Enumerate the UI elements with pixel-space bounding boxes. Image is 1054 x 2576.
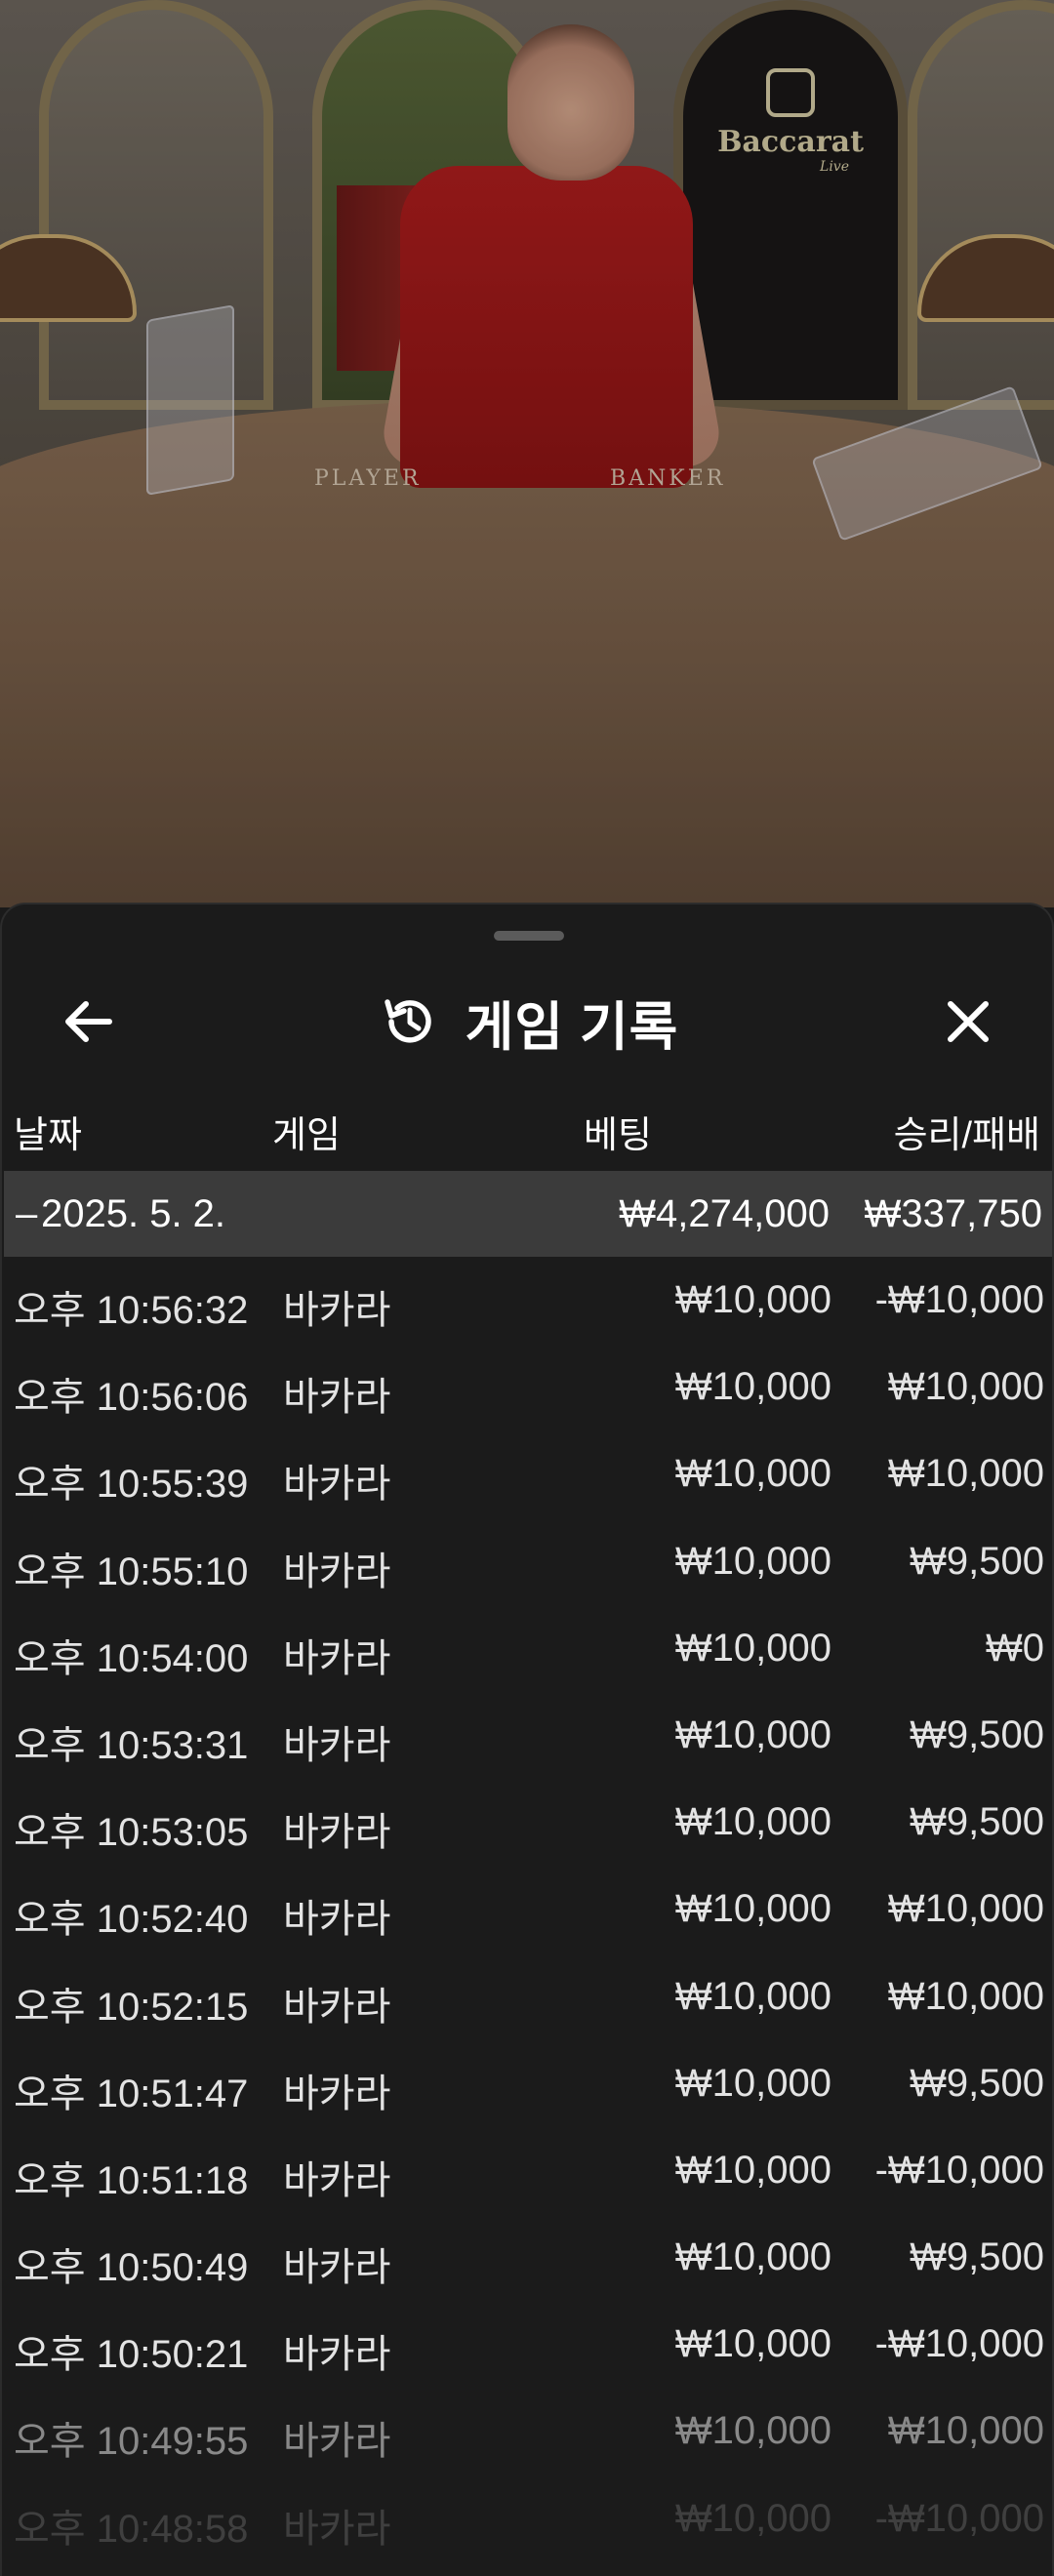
row-win-loss: ₩10,000 bbox=[887, 1452, 1044, 1496]
live-video-feed: Baccarat Live PLAYER BANKER bbox=[0, 0, 1054, 907]
date-group-row[interactable]: – 2025. 5. 2. ₩4,274,000 ₩337,750 bbox=[4, 1171, 1052, 1257]
row-game: 바카라 bbox=[283, 1463, 391, 1507]
row-time: 오후 10:50:21 bbox=[14, 2333, 249, 2377]
close-button[interactable] bbox=[929, 983, 1007, 1061]
row-time: 오후 10:51:47 bbox=[14, 2072, 249, 2115]
row-win-loss: ₩10,000 bbox=[887, 1974, 1044, 2018]
row-win-loss: ₩9,500 bbox=[910, 1800, 1044, 1844]
table-row[interactable]: 오후 10:50:49 바카라 ₩10,000 ₩9,500 bbox=[2, 2214, 1052, 2301]
table-row[interactable]: 오후 10:55:10 바카라 ₩10,000 ₩9,500 bbox=[2, 1518, 1052, 1605]
table-row[interactable]: 오후 10:52:40 바카라 ₩10,000 ₩10,000 bbox=[2, 1866, 1052, 1952]
table-row[interactable]: 오후 10:50:21 바카라 ₩10,000 -₩10,000 bbox=[2, 2301, 1052, 2388]
arrow-left-icon bbox=[65, 1001, 112, 1042]
table-row[interactable]: 오후 10:54:00 바카라 ₩10,000 ₩0 bbox=[2, 1605, 1052, 1692]
row-game: 바카라 bbox=[283, 1550, 391, 1593]
row-win-loss: -₩10,000 bbox=[874, 1278, 1044, 1321]
table-row[interactable]: 오후 10:51:47 바카라 ₩10,000 ₩9,500 bbox=[2, 2040, 1052, 2127]
row-bet: ₩10,000 bbox=[674, 2235, 831, 2279]
row-game: 바카라 bbox=[283, 2158, 391, 2202]
table-row[interactable]: 오후 10:52:15 바카라 ₩10,000 ₩10,000 bbox=[2, 1953, 1052, 2040]
row-time: 오후 10:48:58 bbox=[14, 2507, 249, 2551]
row-bet: ₩10,000 bbox=[674, 1452, 831, 1496]
group-date: 2025. 5. 2. bbox=[41, 1192, 226, 1235]
column-header-game: 게임 bbox=[272, 1115, 341, 1156]
row-time: 오후 10:53:05 bbox=[14, 1811, 249, 1855]
row-time: 오후 10:52:15 bbox=[14, 1985, 249, 2029]
row-win-loss: -₩10,000 bbox=[874, 2496, 1044, 2540]
row-game: 바카라 bbox=[283, 1636, 391, 1680]
row-time: 오후 10:53:31 bbox=[14, 1723, 249, 1767]
row-game: 바카라 bbox=[283, 1985, 391, 2029]
history-list: 오후 10:56:32 바카라 ₩10,000 -₩10,000 오후 10:56:06… bbox=[2, 1257, 1052, 2562]
row-game: 바카라 bbox=[283, 1811, 391, 1855]
row-time: 오후 10:54:00 bbox=[14, 1636, 249, 1680]
row-win-loss: ₩9,500 bbox=[910, 2235, 1044, 2279]
group-win-total: ₩337,750 bbox=[864, 1192, 1042, 1235]
table-row[interactable]: 오후 10:49:55 바카라 ₩10,000 ₩10,000 bbox=[2, 2388, 1052, 2475]
table-row[interactable]: 오후 10:56:06 바카라 ₩10,000 ₩10,000 bbox=[2, 1344, 1052, 1430]
row-bet: ₩10,000 bbox=[674, 2148, 831, 2192]
row-win-loss: -₩10,000 bbox=[874, 2148, 1044, 2192]
page-title: 게임 기록 bbox=[465, 997, 679, 1057]
column-header-date: 날짜 bbox=[14, 1115, 82, 1156]
row-game: 바카라 bbox=[283, 2420, 391, 2464]
table-row[interactable]: 오후 10:48:58 바카라 ₩10,000 -₩10,000 bbox=[2, 2475, 1052, 2562]
row-bet: ₩10,000 bbox=[674, 2061, 831, 2105]
row-game: 바카라 bbox=[283, 2507, 391, 2551]
row-game: 바카라 bbox=[283, 1376, 391, 1420]
group-bet-total: ₩4,274,000 bbox=[619, 1192, 830, 1235]
row-bet: ₩10,000 bbox=[674, 1887, 831, 1931]
row-bet: ₩10,000 bbox=[674, 1974, 831, 2018]
row-time: 오후 10:56:32 bbox=[14, 1289, 249, 1332]
game-history-sheet: 게임 기록 날짜 게임 베팅 승리/패배 – 2025. 5. 2. ₩4,27… bbox=[0, 903, 1054, 2576]
row-time: 오후 10:52:40 bbox=[14, 1898, 249, 1942]
row-game: 바카라 bbox=[283, 2333, 391, 2377]
row-bet: ₩10,000 bbox=[674, 2322, 831, 2366]
row-time: 오후 10:51:18 bbox=[14, 2158, 249, 2202]
sheet-title-group: 게임 기록 bbox=[2, 963, 1052, 1080]
row-time: 오후 10:56:06 bbox=[14, 1376, 249, 1420]
row-game: 바카라 bbox=[283, 2246, 391, 2290]
row-game: 바카라 bbox=[283, 1898, 391, 1942]
row-bet: ₩10,000 bbox=[674, 2496, 831, 2540]
collapse-toggle[interactable]: – bbox=[16, 1192, 37, 1236]
column-header-bet: 베팅 bbox=[584, 1115, 652, 1156]
row-time: 오후 10:55:10 bbox=[14, 1550, 249, 1593]
row-bet: ₩10,000 bbox=[674, 1365, 831, 1409]
row-bet: ₩10,000 bbox=[674, 1626, 831, 1670]
table-row[interactable]: 오후 10:56:32 바카라 ₩10,000 -₩10,000 bbox=[2, 1257, 1052, 1344]
row-win-loss: ₩9,500 bbox=[910, 1712, 1044, 1756]
row-win-loss: ₩10,000 bbox=[887, 1887, 1044, 1931]
table-row[interactable]: 오후 10:53:31 바카라 ₩10,000 ₩9,500 bbox=[2, 1692, 1052, 1779]
row-win-loss: ₩10,000 bbox=[887, 2409, 1044, 2453]
history-icon bbox=[384, 999, 431, 1043]
row-time: 오후 10:50:49 bbox=[14, 2246, 249, 2290]
sheet-drag-handle[interactable] bbox=[494, 931, 564, 941]
row-bet: ₩10,000 bbox=[674, 2409, 831, 2453]
row-win-loss: ₩9,500 bbox=[910, 1539, 1044, 1583]
row-game: 바카라 bbox=[283, 2072, 391, 2115]
table-row[interactable]: 오후 10:55:39 바카라 ₩10,000 ₩10,000 bbox=[2, 1430, 1052, 1517]
table-row[interactable]: 오후 10:51:18 바카라 ₩10,000 -₩10,000 bbox=[2, 2127, 1052, 2214]
column-header-win-loss: 승리/패배 bbox=[893, 1115, 1040, 1156]
row-time: 오후 10:49:55 bbox=[14, 2420, 249, 2464]
row-win-loss: ₩0 bbox=[986, 1626, 1044, 1670]
back-button[interactable] bbox=[49, 983, 127, 1061]
row-bet: ₩10,000 bbox=[674, 1278, 831, 1321]
close-icon bbox=[948, 1001, 989, 1042]
row-game: 바카라 bbox=[283, 1289, 391, 1332]
row-bet: ₩10,000 bbox=[674, 1539, 831, 1583]
video-dim-overlay bbox=[0, 0, 1054, 907]
row-win-loss: ₩10,000 bbox=[887, 1365, 1044, 1409]
row-bet: ₩10,000 bbox=[674, 1800, 831, 1844]
row-win-loss: -₩10,000 bbox=[874, 2322, 1044, 2366]
row-bet: ₩10,000 bbox=[674, 1712, 831, 1756]
sheet-header: 게임 기록 bbox=[2, 963, 1052, 1080]
row-win-loss: ₩9,500 bbox=[910, 2061, 1044, 2105]
table-row[interactable]: 오후 10:53:05 바카라 ₩10,000 ₩9,500 bbox=[2, 1779, 1052, 1866]
row-game: 바카라 bbox=[283, 1723, 391, 1767]
row-time: 오후 10:55:39 bbox=[14, 1463, 249, 1507]
